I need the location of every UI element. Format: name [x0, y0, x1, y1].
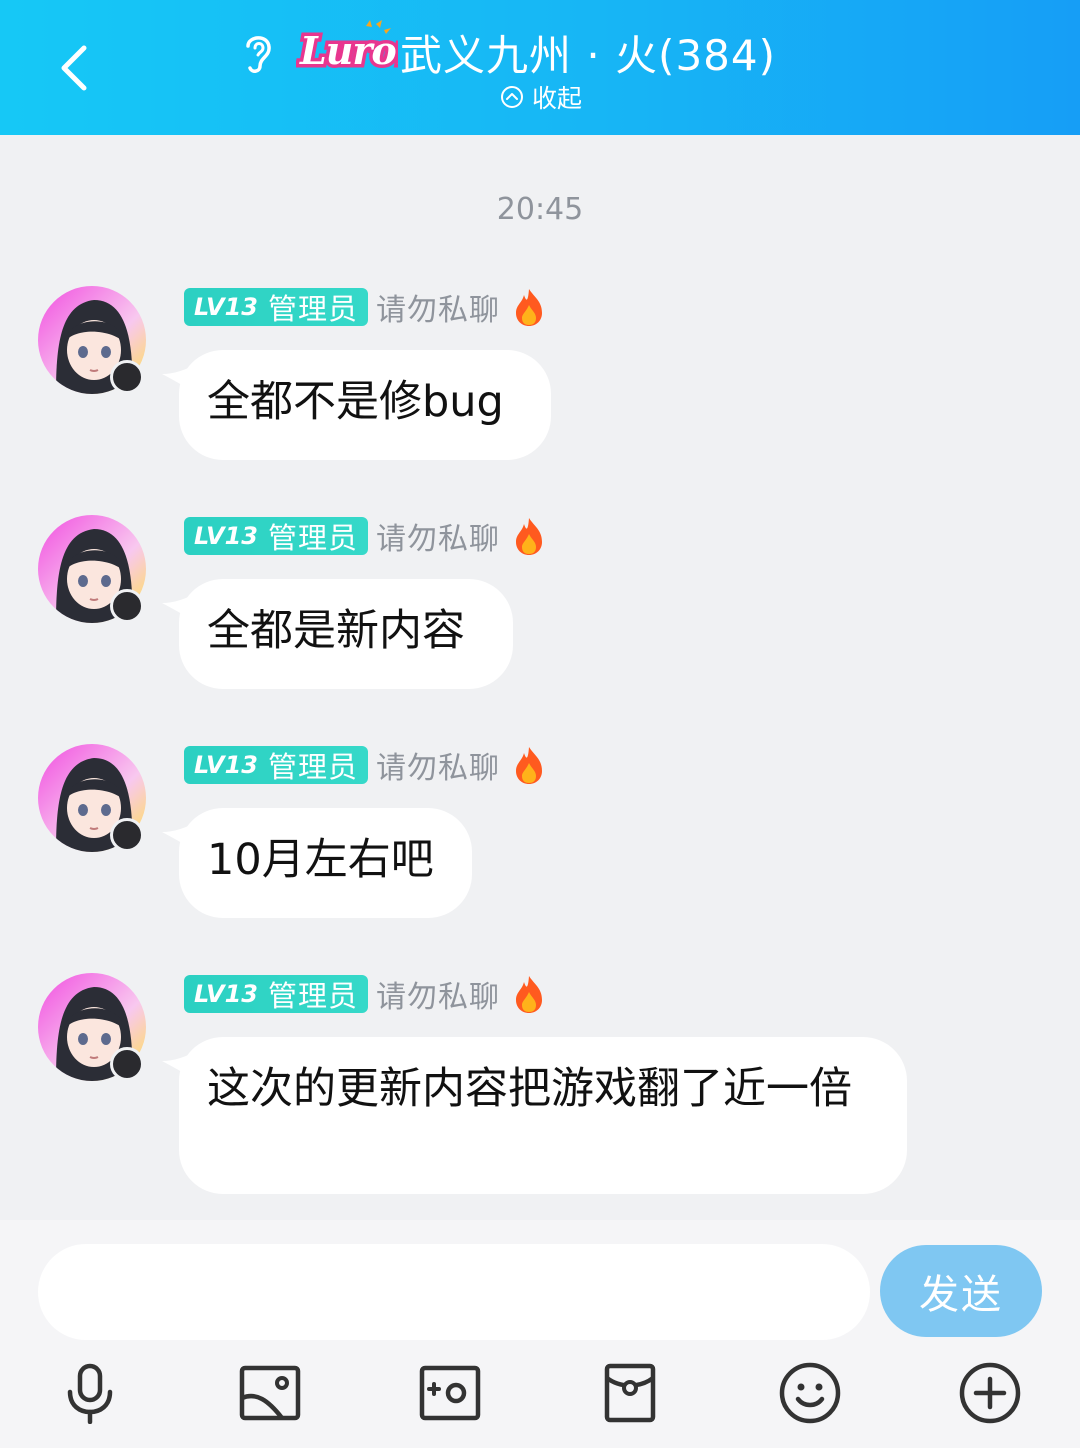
- level-label: LV13: [194, 522, 258, 550]
- verified-badge-icon: [110, 818, 144, 852]
- verified-badge-icon: [110, 1047, 144, 1081]
- chevron-left-icon: [61, 45, 87, 91]
- collapse-button[interactable]: 收起: [500, 80, 582, 114]
- level-label: LV13: [194, 293, 258, 321]
- verified-badge-icon: [110, 360, 144, 394]
- role-label: 管理员: [267, 292, 358, 326]
- group-title[interactable]: 武义九州 · 火(384): [400, 22, 776, 83]
- camera-icon: [419, 1365, 481, 1421]
- level-label: LV13: [194, 751, 258, 779]
- microphone-button[interactable]: [52, 1360, 128, 1426]
- red-packet-icon: [604, 1363, 656, 1423]
- message-meta: LV13 管理员 请勿私聊: [184, 972, 546, 1016]
- sender-nickname[interactable]: 请勿私聊: [376, 514, 500, 558]
- role-label: 管理员: [267, 979, 358, 1013]
- admin-badge: LV13 管理员: [184, 746, 368, 784]
- sender-nickname[interactable]: 请勿私聊: [376, 285, 500, 329]
- message-input[interactable]: [38, 1244, 870, 1340]
- message-meta: LV13 管理员 请勿私聊: [184, 514, 546, 558]
- microphone-icon: [67, 1363, 113, 1424]
- collapse-label: 收起: [532, 84, 583, 113]
- image-icon: [239, 1365, 301, 1421]
- message-bubble[interactable]: 10月左右吧: [179, 808, 472, 918]
- emoji-button[interactable]: [772, 1360, 848, 1426]
- role-label: 管理员: [267, 521, 358, 555]
- sender-nickname[interactable]: 请勿私聊: [376, 743, 500, 787]
- fire-icon: [515, 289, 542, 326]
- sender-nickname[interactable]: 请勿私聊: [376, 972, 500, 1016]
- ear-icon[interactable]: [238, 28, 278, 76]
- message-bubble[interactable]: 这次的更新内容把游戏翻了近一倍: [179, 1037, 907, 1194]
- verified-badge-icon: [110, 589, 144, 623]
- group-logo: Luron: [296, 20, 427, 77]
- composer-bar: 发送: [0, 1220, 1080, 1448]
- fire-icon: [515, 518, 542, 555]
- back-button[interactable]: [52, 40, 100, 96]
- level-label: LV13: [194, 980, 258, 1008]
- chat-header: Luron 武义九州 · 火(384) 收起: [0, 0, 1080, 135]
- message-meta: LV13 管理员 请勿私聊: [184, 743, 546, 787]
- admin-badge: LV13 管理员: [184, 288, 368, 326]
- svg-text:Luron: Luron: [299, 28, 398, 73]
- message-timestamp: 20:45: [496, 192, 584, 227]
- image-button[interactable]: [232, 1360, 308, 1426]
- message-meta: LV13 管理员 请勿私聊: [184, 285, 546, 329]
- chevron-up-circle-icon: [501, 86, 523, 108]
- camera-button[interactable]: [412, 1360, 488, 1426]
- emoji-icon: [779, 1362, 841, 1424]
- more-button[interactable]: [952, 1360, 1028, 1426]
- plus-icon: [959, 1362, 1021, 1424]
- fire-icon: [515, 976, 542, 1013]
- fire-icon: [515, 747, 542, 784]
- message-bubble[interactable]: 全都是新内容: [179, 579, 513, 689]
- message-bubble[interactable]: 全都不是修bug: [179, 350, 551, 460]
- admin-badge: LV13 管理员: [184, 975, 368, 1013]
- send-button[interactable]: 发送: [880, 1245, 1042, 1337]
- red-packet-button[interactable]: [592, 1360, 668, 1426]
- admin-badge: LV13 管理员: [184, 517, 368, 555]
- role-label: 管理员: [267, 750, 358, 784]
